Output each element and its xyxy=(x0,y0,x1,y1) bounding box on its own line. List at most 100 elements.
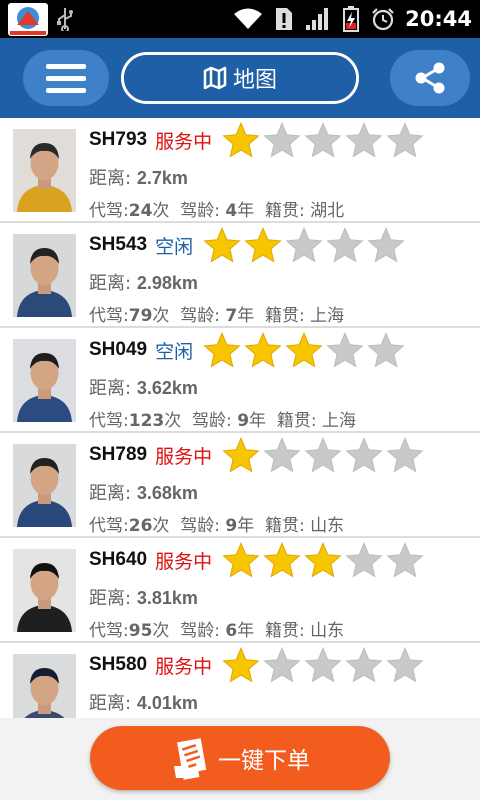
driver-stats: 代驾:95次 驾龄: 6年 籍贯: 山东 xyxy=(89,616,344,641)
star-empty-icon xyxy=(263,437,301,473)
driver-photo xyxy=(13,654,76,718)
driver-status: 服务中 xyxy=(155,655,213,678)
star-empty-icon xyxy=(304,437,342,473)
driver-row[interactable]: SH789 服务中 距离: 3.68km 代驾:26次 驾龄: 9年 籍贯: 山… xyxy=(0,433,480,538)
driver-id: SH789 xyxy=(89,444,148,465)
star-filled-icon xyxy=(222,122,260,158)
experience-value: 9 xyxy=(237,411,250,431)
driver-distance: 距离: 3.81km xyxy=(89,584,198,610)
rating-stars xyxy=(222,437,424,473)
star-empty-icon xyxy=(304,122,342,158)
star-empty-icon xyxy=(263,122,301,158)
distance-label: 距离: xyxy=(89,168,132,189)
driver-status: 服务中 xyxy=(155,445,213,468)
distance-value: 2.98km xyxy=(136,273,198,293)
experience-unit: 年 xyxy=(237,201,255,221)
driver-row[interactable]: SH049 空闲 距离: 3.62km 代驾:123次 驾龄: 9年 籍贯: 上… xyxy=(0,328,480,433)
driver-row[interactable]: SH793 服务中 距离: 2.7km 代驾:24次 驾龄: 4年 籍贯: 湖北 xyxy=(0,118,480,223)
driver-header: SH640 服务中 xyxy=(89,542,424,578)
origin-value: 上海 xyxy=(310,306,345,326)
driver-header: SH543 空闲 xyxy=(89,227,405,263)
trips-unit: 次 xyxy=(152,621,170,641)
driver-row[interactable]: SH543 空闲 距离: 2.98km 代驾:79次 驾龄: 7年 籍贯: 上海 xyxy=(0,223,480,328)
driver-list[interactable]: SH793 服务中 距离: 2.7km 代驾:24次 驾龄: 4年 籍贯: 湖北… xyxy=(0,118,480,718)
star-empty-icon xyxy=(386,122,424,158)
driver-avatar xyxy=(13,234,76,317)
star-empty-icon xyxy=(263,647,301,683)
driver-avatar xyxy=(13,444,76,527)
driver-status: 空闲 xyxy=(155,235,194,258)
driver-stats: 代驾:79次 驾龄: 7年 籍贯: 上海 xyxy=(89,301,344,326)
trips-label: 代驾: xyxy=(89,516,129,536)
origin-label: 籍贯: xyxy=(265,306,305,326)
star-filled-icon xyxy=(203,227,241,263)
star-filled-icon xyxy=(222,647,260,683)
driver-stats: 代驾:123次 驾龄: 9年 籍贯: 上海 xyxy=(89,406,356,431)
driver-id: SH793 xyxy=(89,129,148,150)
driver-avatar xyxy=(13,339,76,422)
trips-label: 代驾: xyxy=(89,621,129,641)
driver-id: SH049 xyxy=(89,339,148,360)
star-empty-icon xyxy=(345,122,383,158)
share-icon xyxy=(415,62,445,94)
trips-label: 代驾: xyxy=(89,201,129,221)
star-empty-icon xyxy=(386,647,424,683)
trips-unit: 次 xyxy=(152,201,170,221)
star-empty-icon xyxy=(285,227,323,263)
driver-stats: 代驾:24次 驾龄: 4年 籍贯: 湖北 xyxy=(89,196,344,221)
star-empty-icon xyxy=(304,647,342,683)
driver-id: SH543 xyxy=(89,234,148,255)
driver-photo xyxy=(13,444,76,527)
experience-label: 驾龄: xyxy=(180,306,220,326)
driver-header: SH789 服务中 xyxy=(89,437,424,473)
star-empty-icon xyxy=(345,542,383,578)
driver-row[interactable]: SH580 服务中 距离: 4.01km 代驾: xyxy=(0,643,480,718)
trips-value: 24 xyxy=(128,201,153,221)
trips-unit: 次 xyxy=(152,516,170,536)
star-filled-icon xyxy=(222,437,260,473)
order-form-icon xyxy=(174,738,207,780)
star-filled-icon xyxy=(304,542,342,578)
driver-distance: 距离: 3.62km xyxy=(89,374,198,400)
distance-label: 距离: xyxy=(89,483,132,504)
wifi-icon xyxy=(234,8,263,29)
driver-photo xyxy=(13,129,76,212)
driver-avatar xyxy=(13,129,76,212)
distance-label: 距离: xyxy=(89,273,132,294)
tab-map[interactable]: 地图 xyxy=(124,55,356,101)
app-logo-icon xyxy=(8,3,48,36)
driver-avatar xyxy=(13,654,76,718)
driver-stats: 代驾:26次 驾龄: 9年 籍贯: 山东 xyxy=(89,511,344,536)
origin-value: 上海 xyxy=(321,411,356,431)
driver-distance: 距离: 4.01km xyxy=(89,689,198,715)
origin-label: 籍贯: xyxy=(265,621,305,641)
star-filled-icon xyxy=(244,332,282,368)
star-empty-icon xyxy=(367,227,405,263)
driver-distance: 距离: 3.68km xyxy=(89,479,198,505)
trips-value: 26 xyxy=(128,516,153,536)
usb-icon xyxy=(57,8,73,31)
star-filled-icon xyxy=(203,332,241,368)
trips-label: 代驾: xyxy=(89,411,129,431)
distance-value: 3.81km xyxy=(136,588,198,608)
driver-row[interactable]: SH640 服务中 距离: 3.81km 代驾:95次 驾龄: 6年 籍贯: 山… xyxy=(0,538,480,643)
star-empty-icon xyxy=(326,227,364,263)
share-button[interactable] xyxy=(390,50,470,106)
clock: 20:44 xyxy=(405,7,472,31)
distance-label: 距离: xyxy=(89,588,132,609)
menu-button[interactable] xyxy=(23,50,109,106)
star-empty-icon xyxy=(326,332,364,368)
status-bar: 20:44 xyxy=(0,0,480,38)
driver-photo xyxy=(13,339,76,422)
origin-value: 山东 xyxy=(310,621,345,641)
one-tap-order-button[interactable]: 一键下单 xyxy=(90,726,390,790)
tab-map-label: 地图 xyxy=(232,68,277,93)
driver-distance: 距离: 2.98km xyxy=(89,269,198,295)
experience-label: 驾龄: xyxy=(192,411,232,431)
driver-header: SH793 服务中 xyxy=(89,122,424,158)
driver-photo xyxy=(13,234,76,317)
driver-id: SH580 xyxy=(89,654,148,675)
distance-label: 距离: xyxy=(89,693,132,714)
experience-label: 驾龄: xyxy=(180,516,220,536)
star-empty-icon xyxy=(345,647,383,683)
